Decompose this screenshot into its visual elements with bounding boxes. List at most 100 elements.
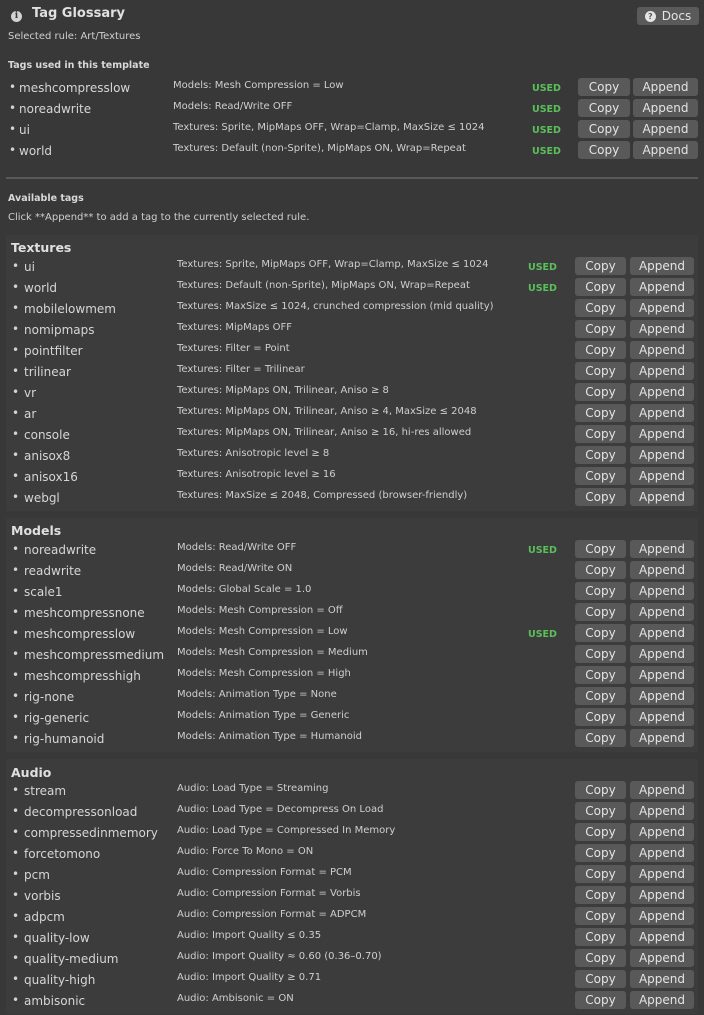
copy-button[interactable]: Copy <box>575 488 626 506</box>
bullet-icon: • <box>12 689 20 703</box>
tag-description: Models: Read/Write OFF <box>173 101 293 112</box>
append-button[interactable]: Append <box>630 865 694 883</box>
append-button[interactable]: Append <box>630 886 694 904</box>
copy-button[interactable]: Copy <box>575 886 626 904</box>
append-button[interactable]: Append <box>630 320 694 338</box>
append-button[interactable]: Append <box>630 844 694 862</box>
copy-button[interactable]: Copy <box>575 540 626 558</box>
copy-button[interactable]: Copy <box>575 802 626 820</box>
tag-name: quality-low <box>24 931 90 945</box>
append-button[interactable]: Append <box>630 257 694 275</box>
docs-button[interactable]: ? Docs <box>637 7 699 25</box>
copy-button[interactable]: Copy <box>578 120 630 138</box>
copy-button[interactable]: Copy <box>575 823 626 841</box>
available-tags-heading: Available tags <box>8 193 84 204</box>
copy-button[interactable]: Copy <box>575 729 626 747</box>
append-button[interactable]: Append <box>630 383 694 401</box>
tag-description: Audio: Force To Mono = ON <box>177 846 314 857</box>
append-button[interactable]: Append <box>630 823 694 841</box>
append-button[interactable]: Append <box>630 540 694 558</box>
copy-button[interactable]: Copy <box>578 78 630 96</box>
copy-button[interactable]: Copy <box>575 949 626 967</box>
append-button[interactable]: Append <box>630 467 694 485</box>
bullet-icon: • <box>12 427 20 441</box>
copy-button[interactable]: Copy <box>575 320 626 338</box>
copy-button[interactable]: Copy <box>575 781 626 799</box>
copy-button[interactable]: Copy <box>575 561 626 579</box>
copy-button[interactable]: Copy <box>575 603 626 621</box>
append-button[interactable]: Append <box>630 446 694 464</box>
copy-button[interactable]: Copy <box>575 970 626 988</box>
copy-button[interactable]: Copy <box>575 624 626 642</box>
append-button[interactable]: Append <box>630 928 694 946</box>
tag-description: Models: Animation Type = None <box>177 689 337 700</box>
append-button[interactable]: Append <box>630 645 694 663</box>
tag-description: Textures: Sprite, MipMaps OFF, Wrap=Clam… <box>173 122 485 133</box>
append-button[interactable]: Append <box>630 278 694 296</box>
copy-button[interactable]: Copy <box>575 467 626 485</box>
append-button[interactable]: Append <box>630 907 694 925</box>
append-button[interactable]: Append <box>630 624 694 642</box>
bullet-icon: • <box>12 385 20 399</box>
group-title: Textures <box>11 240 72 255</box>
tag-name: world <box>24 281 58 295</box>
append-button[interactable]: Append <box>630 561 694 579</box>
append-button[interactable]: Append <box>633 141 698 159</box>
used-badge: USED <box>532 146 561 157</box>
append-button[interactable]: Append <box>630 666 694 684</box>
used-badge: USED <box>528 262 557 273</box>
copy-button[interactable]: Copy <box>575 666 626 684</box>
append-button[interactable]: Append <box>630 299 694 317</box>
tag-description: Models: Read/Write OFF <box>177 542 297 553</box>
tag-name: mobilelowmem <box>24 302 116 316</box>
append-button[interactable]: Append <box>630 708 694 726</box>
tag-name: trilinear <box>24 365 71 379</box>
bullet-icon: • <box>12 406 20 420</box>
tag-row: • ambisonic Audio: Ambisonic = ON Copy Appen… <box>0 990 704 1011</box>
copy-button[interactable]: Copy <box>575 645 626 663</box>
append-button[interactable]: Append <box>630 802 694 820</box>
copy-button[interactable]: Copy <box>575 582 626 600</box>
copy-button[interactable]: Copy <box>578 141 630 159</box>
copy-button[interactable]: Copy <box>575 708 626 726</box>
tag-description: Textures: Default (non-Sprite), MipMaps … <box>173 143 466 154</box>
copy-button[interactable]: Copy <box>575 341 626 359</box>
copy-button[interactable]: Copy <box>575 928 626 946</box>
copy-button[interactable]: Copy <box>575 278 626 296</box>
copy-button[interactable]: Copy <box>575 299 626 317</box>
append-button[interactable]: Append <box>633 120 698 138</box>
append-button[interactable]: Append <box>630 781 694 799</box>
tag-description: Textures: MaxSize ≤ 1024, crunched compr… <box>177 301 494 312</box>
append-button[interactable]: Append <box>630 603 694 621</box>
append-button[interactable]: Append <box>630 341 694 359</box>
append-button[interactable]: Append <box>633 78 698 96</box>
copy-button[interactable]: Copy <box>578 99 630 117</box>
append-button[interactable]: Append <box>630 991 694 1009</box>
copy-button[interactable]: Copy <box>575 687 626 705</box>
copy-button[interactable]: Copy <box>575 865 626 883</box>
copy-button[interactable]: Copy <box>575 404 626 422</box>
append-button[interactable]: Append <box>630 362 694 380</box>
append-button[interactable]: Append <box>630 949 694 967</box>
copy-button[interactable]: Copy <box>575 425 626 443</box>
bullet-icon: • <box>12 301 20 315</box>
copy-button[interactable]: Copy <box>575 362 626 380</box>
tag-description: Audio: Ambisonic = ON <box>177 993 294 1004</box>
tag-description: Models: Global Scale = 1.0 <box>177 584 312 595</box>
tag-name: anisox8 <box>24 449 71 463</box>
tag-name: meshcompresslow <box>24 627 136 641</box>
copy-button[interactable]: Copy <box>575 257 626 275</box>
append-button[interactable]: Append <box>630 582 694 600</box>
append-button[interactable]: Append <box>630 488 694 506</box>
append-button[interactable]: Append <box>633 99 698 117</box>
append-button[interactable]: Append <box>630 425 694 443</box>
copy-button[interactable]: Copy <box>575 991 626 1009</box>
copy-button[interactable]: Copy <box>575 844 626 862</box>
copy-button[interactable]: Copy <box>575 446 626 464</box>
copy-button[interactable]: Copy <box>575 907 626 925</box>
append-button[interactable]: Append <box>630 729 694 747</box>
append-button[interactable]: Append <box>630 404 694 422</box>
append-button[interactable]: Append <box>630 970 694 988</box>
append-button[interactable]: Append <box>630 687 694 705</box>
copy-button[interactable]: Copy <box>575 383 626 401</box>
